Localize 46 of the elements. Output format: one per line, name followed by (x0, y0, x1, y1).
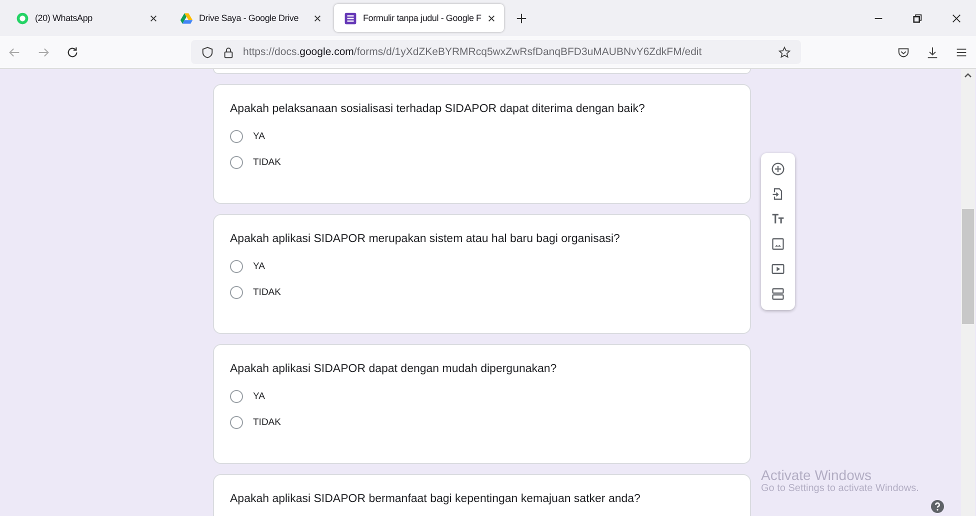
address-bar[interactable]: https://docs.google.com/forms/d/1yXdZKeBYRMRcq5wxZwRsfDanqBFD3uMAUBNvY6ZdkFM/edit (191, 40, 801, 64)
close-icon[interactable] (149, 14, 158, 22)
option-label: YA (253, 391, 265, 402)
section-icon[interactable] (771, 287, 785, 301)
video-icon[interactable] (771, 262, 785, 276)
radio-button[interactable] (230, 156, 243, 169)
scrollbar-thumb[interactable] (962, 209, 974, 324)
activation-message: Go to Settings to activate Windows. (761, 483, 919, 494)
star-icon[interactable] (778, 46, 791, 58)
radio-button[interactable] (230, 286, 243, 299)
close-icon[interactable] (487, 14, 496, 22)
question-text: Apakah aplikasi SIDAPOR dapat dengan mudah dipergunakan? (230, 363, 558, 375)
option-label: YA (253, 261, 265, 272)
option-label: TIDAK (253, 287, 281, 298)
option-label: TIDAK (253, 157, 281, 168)
text-size-icon[interactable] (771, 212, 785, 226)
browser-tab[interactable]: Drive Saya - Google Drive (170, 4, 330, 32)
question-text: Apakah aplikasi SIDAPOR bermanfaat bagi kepentingan kemajuan satker anda? (230, 493, 642, 505)
menu-icon[interactable] (955, 46, 968, 58)
scroll-up-icon[interactable] (964, 72, 972, 78)
activation-title: Activate Windows (761, 467, 872, 483)
browser-tab[interactable]: (20) WhatsApp (6, 4, 166, 32)
help-icon[interactable] (931, 500, 944, 513)
lock-icon (222, 46, 235, 58)
radio-button[interactable] (230, 260, 243, 273)
radio-button[interactable] (230, 416, 243, 429)
triangle-logo-icon (180, 12, 193, 24)
pocket-icon[interactable] (897, 46, 910, 58)
reload-icon[interactable] (66, 46, 79, 58)
option-label: TIDAK (253, 417, 281, 428)
import-file-icon[interactable] (771, 187, 785, 201)
browser-tab[interactable]: Formulir tanpa judul - Google F (334, 4, 504, 32)
url-text: https://docs.google.com/forms/d/1yXdZKeBYRMRcq5wxZwRsfDanqBFD3uMAUBNvY6ZdkFM/edit (243, 46, 702, 58)
shield-icon (201, 46, 214, 58)
download-icon[interactable] (926, 46, 939, 58)
question-text: Apakah pelaksanaan sosialisasi terhadap SIDAPOR dapat diterima dengan baik? (230, 103, 646, 115)
image-icon[interactable] (771, 237, 785, 251)
option-label: YA (253, 131, 265, 142)
question-text: Apakah aplikasi SIDAPOR merupakan sistem atau hal baru bagi organisasi? (230, 233, 621, 245)
radio-button[interactable] (230, 390, 243, 403)
scrollbar[interactable] (961, 69, 975, 516)
new-tab-icon[interactable] (516, 12, 528, 24)
close-icon[interactable] (313, 14, 322, 22)
form-list-icon (344, 12, 357, 24)
add-circle-icon[interactable] (771, 162, 785, 176)
radio-button[interactable] (230, 130, 243, 143)
